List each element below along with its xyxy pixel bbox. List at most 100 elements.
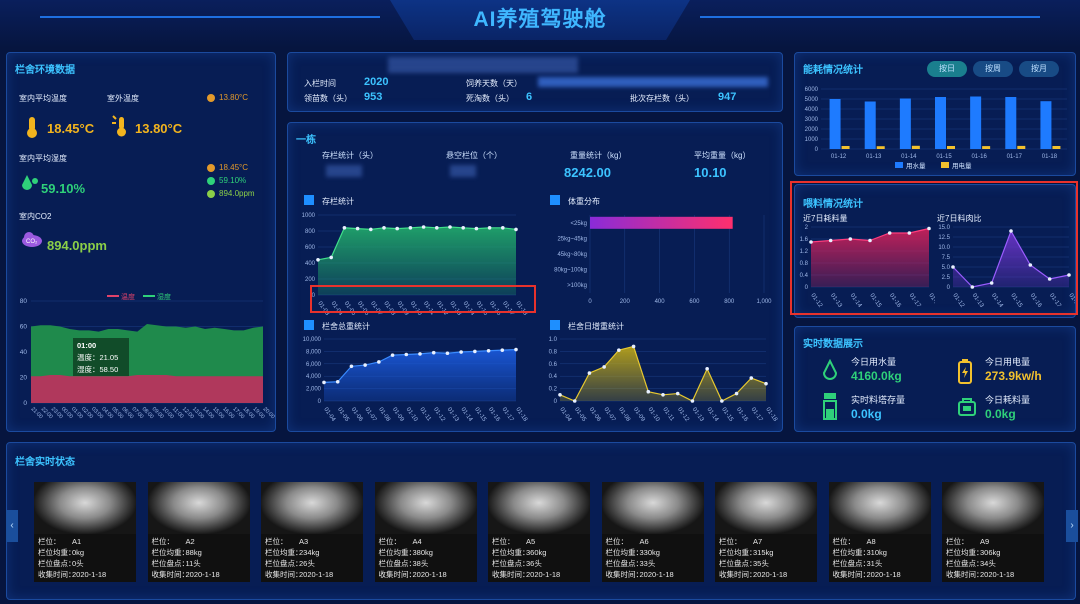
highlight-box-feed xyxy=(790,181,1078,315)
x-tick-label: 01-05 xyxy=(336,407,350,424)
pen-id: A3 xyxy=(299,537,309,546)
x-tick-label: 01-17 xyxy=(750,407,764,424)
pen-card-a8[interactable]: 栏位： A8 栏位均重：310kg 栏位盘点：31头 收集时间：2020-1-18 xyxy=(828,482,931,582)
avg-label: 平均重量（kg） xyxy=(694,151,751,160)
pen-count: 38头 xyxy=(412,559,429,568)
pen-id-line: 栏位： A2 xyxy=(152,536,195,547)
water-bar xyxy=(899,98,911,149)
pen-id: A5 xyxy=(526,537,536,546)
tooltip-time: 01:00 xyxy=(77,341,96,350)
gain-chart-title: 栏舍日增重统计 xyxy=(568,322,624,331)
pen-time-label: 收集时间： xyxy=(265,570,303,579)
camera-image xyxy=(34,482,136,534)
pen-id-label: 栏位： xyxy=(832,537,856,546)
x-tick-label: 01-07 xyxy=(364,407,378,424)
data-point xyxy=(404,352,409,357)
tooltip-temp: 温度：21.05 xyxy=(77,352,118,362)
pen-value-blur xyxy=(450,165,476,177)
pen-count-label: 栏位盘点： xyxy=(605,559,644,568)
water-drop-icon xyxy=(822,359,838,380)
pen-time: 2020-1-18 xyxy=(866,570,901,579)
water-bar xyxy=(970,96,982,149)
pen-weight: 380kg xyxy=(412,548,433,557)
y-tick-label: 0.6 xyxy=(549,362,558,368)
tower-label: 实时料塔存量 xyxy=(851,395,906,405)
pen-count-line: 栏位盘点：35头 xyxy=(719,558,769,569)
pen-id: A2 xyxy=(185,537,195,546)
pen-card-a6[interactable]: 栏位： A6 栏位均重：330kg 栏位盘点：33头 收集时间：2020-1-18 xyxy=(601,482,704,582)
y-tick-label: 1000 xyxy=(805,137,819,143)
pen-weight: 306kg xyxy=(980,548,1001,557)
pen-count-label: 栏位盘点： xyxy=(492,559,530,568)
y-tick-label: 45kg~80kg xyxy=(557,252,587,258)
pen-weight-line: 栏位均重：310kg xyxy=(833,547,887,558)
pen-time-line: 收集时间：2020-1-18 xyxy=(606,569,674,580)
pen-id: A4 xyxy=(412,537,422,546)
pen-card-a5[interactable]: 栏位： A5 栏位均重：360kg 栏位盘点：36头 收集时间：2020-1-18 xyxy=(488,482,590,582)
pen-id: A7 xyxy=(753,537,763,546)
humidity-label: 室内平均湿度 xyxy=(19,154,67,163)
data-point xyxy=(382,226,386,230)
env-panel: 栏舍环境数据 室内平均温度 室外温度 13.80°C 18.45°C 13.80… xyxy=(6,52,276,432)
power-bar xyxy=(841,146,850,149)
pen-weight: 360kg xyxy=(526,548,547,557)
total-chart-marker xyxy=(304,320,314,330)
pen-weight-line: 栏位均重：306kg xyxy=(946,547,1000,558)
x-tick-label: 01-05 xyxy=(573,407,587,424)
x-tick-label: 01-16 xyxy=(487,407,501,424)
energy-day-button[interactable]: 按日 xyxy=(927,61,967,77)
data-point xyxy=(473,349,477,354)
weight-value: 8242.00 xyxy=(564,165,611,180)
pen-time: 2020-1-18 xyxy=(639,570,674,579)
pen-count-label: 栏位盘点： xyxy=(38,559,76,568)
dist-bar xyxy=(590,216,733,229)
x-tick-label: 0 xyxy=(588,299,592,305)
pens-next-button[interactable]: › xyxy=(1066,510,1078,542)
pen-count-line: 栏位盘点：34头 xyxy=(946,558,996,569)
feed-tower-icon xyxy=(823,393,837,420)
power-bar xyxy=(876,146,885,149)
data-point xyxy=(572,399,577,403)
x-tick-label: 01-15 xyxy=(473,407,487,424)
pen-weight-line: 栏位均重：330kg xyxy=(606,547,660,558)
x-tick-label: 600 xyxy=(689,299,700,305)
co2-cloud-icon: CO₂ xyxy=(22,232,42,247)
pen-weight-label: 栏位均重： xyxy=(151,548,190,557)
pen-card-a4[interactable]: 栏位： A4 栏位均重：380kg 栏位盘点：38头 收集时间：2020-1-18 xyxy=(374,482,477,582)
x-tick-label: 200 xyxy=(620,299,631,305)
pens-title: 栏舍实时状态 xyxy=(15,457,75,468)
thermometer-icon xyxy=(27,117,37,138)
x-tick-label: 01-07 xyxy=(603,407,617,424)
legend-dot-co2 xyxy=(207,190,215,198)
y-tick-label: 600 xyxy=(305,245,316,251)
pen-id: A8 xyxy=(866,537,876,546)
feed-today-label: 今日耗料量 xyxy=(985,395,1031,405)
y-tick-label: 2,000 xyxy=(306,387,322,393)
pen-card-a1[interactable]: 栏位： A1 栏位均重：0kg 栏位盘点：0头 收集时间：2020-1-18 xyxy=(34,482,136,582)
pen-card-a9[interactable]: 栏位： A9 栏位均重：306kg 栏位盘点：34头 收集时间：2020-1-18 xyxy=(942,482,1044,582)
camera-image xyxy=(942,482,1044,534)
energy-month-button[interactable]: 按月 xyxy=(1019,61,1059,77)
data-point xyxy=(514,227,518,232)
data-point xyxy=(335,379,340,384)
x-tick-label: 01-11 xyxy=(418,407,432,423)
pen-id-label: 栏位： xyxy=(719,537,742,546)
pen-weight-label: 栏位均重： xyxy=(605,548,644,557)
page-title: AI养殖驾驶舱 xyxy=(390,0,690,40)
pen-weight-line: 栏位均重：360kg xyxy=(492,547,546,558)
data-point xyxy=(646,389,651,394)
pen-card-a2[interactable]: 栏位： A2 栏位均重：88kg 栏位盘点：11头 收集时间：2020-1-18 xyxy=(147,482,250,582)
energy-week-button[interactable]: 按周 xyxy=(973,61,1013,77)
pen-time-label: 收集时间： xyxy=(832,570,871,579)
pen-card-a3[interactable]: 栏位： A3 栏位均重：234kg 栏位盘点：26头 收集时间：2020-1-18 xyxy=(261,482,363,582)
data-point xyxy=(734,391,739,396)
pen-time: 2020-1-18 xyxy=(526,570,561,579)
pen-card-a7[interactable]: 栏位： A7 栏位均重：315kg 栏位盘点：35头 收集时间：2020-1-18 xyxy=(715,482,817,582)
pen-count-line: 栏位盘点：31头 xyxy=(833,558,883,569)
pen-weight-line: 栏位均重：88kg xyxy=(152,547,202,558)
y-tick-label: 8,000 xyxy=(306,349,322,355)
batch-value: 947 xyxy=(718,91,737,103)
pen-count: 34头 xyxy=(980,559,996,568)
y-tick-label: 6,000 xyxy=(306,362,322,368)
pens-prev-button[interactable]: ‹ xyxy=(6,510,18,542)
